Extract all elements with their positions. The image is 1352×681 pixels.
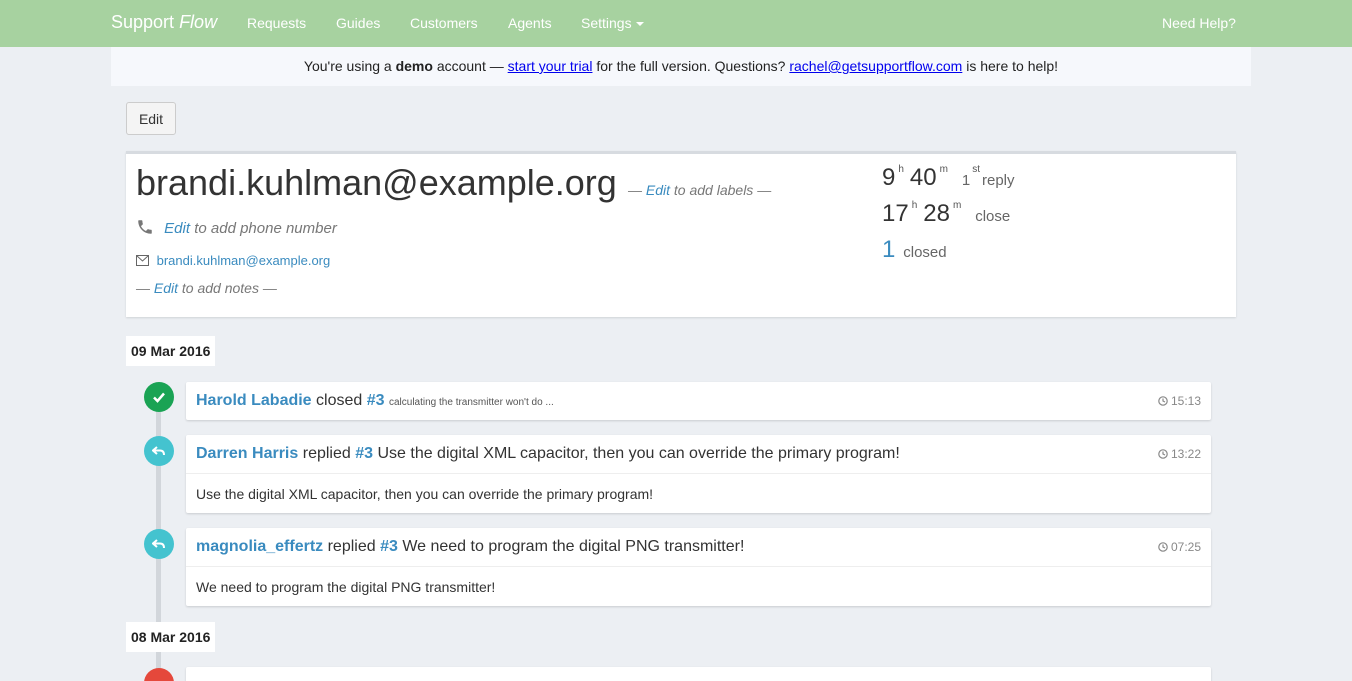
event-summary: Use the digital XML capacitor, then you … [377,445,900,462]
edit-labels-link[interactable]: Edit [646,182,670,198]
top-navbar: Support Flow Requests Guides Customers A… [0,0,1352,47]
closed-count-stat: 1 closed [882,236,947,263]
ticket-link[interactable]: #3 [355,445,373,462]
closed-status-circle [144,382,174,412]
event-summary: We need to program the digital PNG trans… [402,538,745,555]
nav-need-help[interactable]: Need Help? [1162,15,1236,31]
event-body: We need to program the digital PNG trans… [186,566,1211,606]
edit-phone-link[interactable]: Edit [164,220,190,237]
timeline-event [186,667,1211,681]
timeline-event: magnolia_effertz replied #3 We need to p… [186,528,1211,606]
event-author-link[interactable]: Darren Harris [196,445,298,462]
clock-icon [1158,449,1168,459]
edit-button[interactable]: Edit [126,102,176,135]
email-row: brandi.kuhlman@example.org [136,253,330,268]
event-body: Use the digital XML capacitor, then you … [186,473,1211,513]
first-reply-stat: 9 h 40 m 1streply [882,164,1015,191]
event-time: 07:25 [1158,528,1201,566]
event-author-link[interactable]: Harold Labadie [196,392,312,409]
customer-email-link[interactable]: brandi.kuhlman@example.org [157,253,331,268]
chevron-down-icon [635,22,644,27]
close-time-stat: 17 h 28 m close [882,200,1011,227]
notes-hint: — Edit to add notes — [136,280,277,296]
ticket-link[interactable]: #3 [380,538,398,555]
check-icon [153,392,165,403]
event-header: magnolia_effertz replied #3 We need to p… [186,528,1211,566]
status-circle [144,668,174,681]
reply-status-circle [144,436,174,466]
phone-icon [138,220,152,234]
nav-settings[interactable]: Settings [581,15,644,31]
reply-icon [152,446,165,456]
clock-icon [1158,396,1168,406]
nav-requests[interactable]: Requests [247,15,306,31]
date-badge: 09 Mar 2016 [126,336,216,366]
event-time: 15:13 [1158,382,1201,420]
phone-row: Edit to add phone number [136,218,337,237]
event-time: 13:22 [1158,435,1201,473]
nav-guides[interactable]: Guides [336,15,380,31]
labels-hint: — Edit to add labels — [628,182,772,198]
reply-status-circle [144,529,174,559]
clock-icon [1158,542,1168,552]
demo-notice: You're using a demo account — start your… [111,47,1251,86]
nav-agents[interactable]: Agents [508,15,552,31]
event-header: Darren Harris replied #3 Use the digital… [186,435,1211,473]
timeline-event: Darren Harris replied #3 Use the digital… [186,435,1211,513]
event-author-link[interactable]: magnolia_effertz [196,538,323,555]
closed-count-link[interactable]: 1 [882,236,895,263]
reply-icon [152,539,165,549]
nav-customers[interactable]: Customers [410,15,478,31]
brand-logo[interactable]: Support Flow [111,12,217,33]
ticket-link[interactable]: #3 [367,392,385,409]
customer-card: brandi.kuhlman@example.org — Edit to add… [126,151,1236,317]
customer-title: brandi.kuhlman@example.org [136,162,617,203]
event-header: Harold Labadie closed #3 calculating the… [186,382,1211,420]
timeline-event: Harold Labadie closed #3 calculating the… [186,382,1211,420]
edit-notes-link[interactable]: Edit [154,280,178,296]
support-email-link[interactable]: rachel@getsupportflow.com [789,58,962,74]
envelope-icon [136,255,149,266]
start-trial-link[interactable]: start your trial [508,58,593,74]
date-badge: 08 Mar 2016 [126,622,216,652]
event-summary: calculating the transmitter won't do ... [388,397,554,408]
